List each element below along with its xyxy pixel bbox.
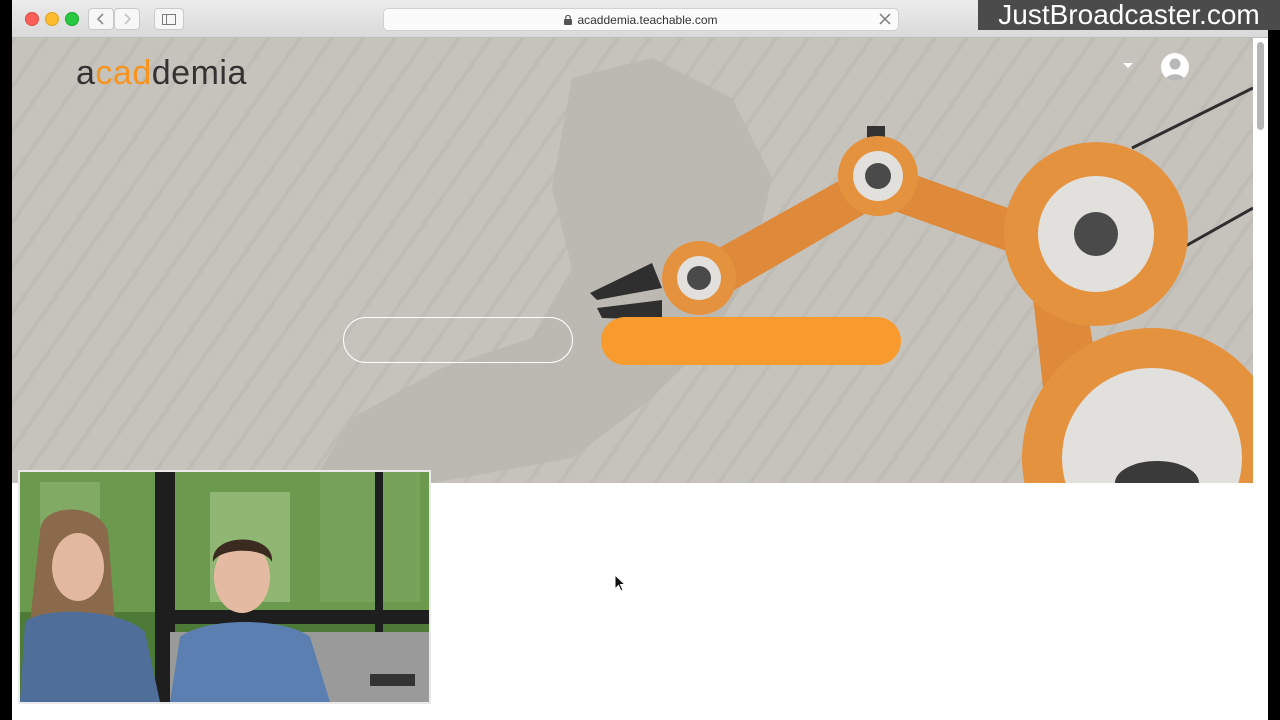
minimize-window-button[interactable] (45, 12, 59, 26)
secondary-cta-button[interactable] (343, 317, 573, 363)
back-button[interactable] (88, 8, 114, 30)
primary-cta-button[interactable] (601, 317, 901, 365)
robot-arm-illustration (12, 38, 1253, 483)
sidebar-toggle-button[interactable] (154, 8, 184, 30)
url-text: acaddemia.teachable.com (577, 12, 718, 27)
caret-down-icon[interactable] (1123, 63, 1133, 69)
hero-banner: acaddemia (12, 38, 1253, 483)
close-window-button[interactable] (25, 12, 39, 26)
close-icon[interactable] (878, 12, 892, 26)
zoom-window-button[interactable] (65, 12, 79, 26)
user-icon (1165, 58, 1185, 81)
mouse-cursor-icon (614, 574, 626, 592)
chevron-left-icon (96, 13, 104, 25)
lock-icon (564, 14, 573, 25)
address-bar[interactable]: acaddemia.teachable.com (383, 8, 899, 31)
page-scrollbar-thumb[interactable] (1257, 42, 1264, 130)
forward-button[interactable] (114, 8, 140, 30)
user-avatar[interactable] (1161, 53, 1189, 81)
webcam-video-frame (20, 472, 429, 702)
webcam-overlay (18, 470, 431, 704)
sidebar-icon (162, 13, 176, 25)
site-logo[interactable]: acaddemia (76, 54, 247, 93)
watermark: JustBroadcaster.com (978, 0, 1280, 30)
chevron-right-icon (124, 13, 132, 25)
page-scrollbar-track (1253, 38, 1268, 720)
